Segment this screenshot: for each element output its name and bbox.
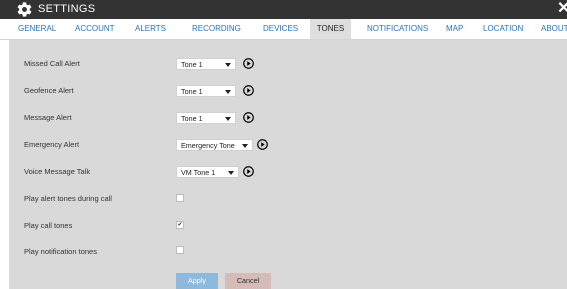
- geofence-alert-label: Geofence Alert: [24, 86, 74, 95]
- tab-map[interactable]: MAP: [446, 19, 463, 39]
- tab-tones[interactable]: TONES: [310, 19, 351, 39]
- play-circle-icon[interactable]: [243, 58, 254, 69]
- apply-button[interactable]: Apply: [176, 273, 218, 289]
- triangle-down-icon: [225, 90, 231, 94]
- tab-devices[interactable]: DEVICES: [263, 19, 298, 39]
- emergency-alert-label: Emergency Alert: [24, 140, 80, 149]
- play-circle-icon[interactable]: [243, 166, 254, 177]
- message-tone-value: Tone 1: [181, 114, 203, 123]
- tab-location[interactable]: LOCATION: [483, 19, 523, 39]
- triangle-down-icon: [225, 63, 231, 67]
- tab-general[interactable]: GENERAL: [18, 19, 56, 39]
- play-circle-icon[interactable]: [257, 139, 268, 150]
- notification-tones-label: Play notification tones: [24, 247, 97, 256]
- gear-icon: [16, 1, 33, 18]
- alert-during-call-checkbox[interactable]: [176, 194, 184, 202]
- call-tones-checkbox[interactable]: ✔: [176, 221, 184, 229]
- play-circle-icon[interactable]: [243, 85, 254, 96]
- voice-message-talk-label: Voice Message Talk: [24, 167, 91, 176]
- emergency-tone-value: Emergency Tone: [181, 141, 235, 150]
- call-tones-label: Play call tones: [24, 221, 73, 230]
- triangle-down-icon: [242, 144, 248, 148]
- play-circle-icon[interactable]: [243, 112, 254, 123]
- missed-call-tone-value: Tone 1: [181, 60, 203, 69]
- triangle-down-icon: [225, 117, 231, 121]
- voice-message-tone-select[interactable]: VM Tone 1: [176, 166, 239, 178]
- missed-call-tone-select[interactable]: Tone 1: [176, 58, 236, 70]
- emergency-tone-select[interactable]: Emergency Tone: [176, 139, 253, 151]
- tab-about[interactable]: ABOUT: [541, 19, 567, 39]
- tab-account[interactable]: ACCOUNT: [75, 19, 115, 39]
- geofence-tone-value: Tone 1: [181, 87, 203, 96]
- missed-call-alert-label: Missed Call Alert: [24, 59, 80, 68]
- message-alert-label: Message Alert: [24, 113, 72, 122]
- settings-tabs: GENERAL ACCOUNT ALERTS RECORDING DEVICES…: [0, 19, 567, 40]
- message-tone-select[interactable]: Tone 1: [176, 112, 236, 124]
- alert-during-call-label: Play alert tones during call: [24, 194, 112, 203]
- tab-alerts[interactable]: ALERTS: [135, 19, 166, 39]
- close-icon[interactable]: ✕: [557, 0, 567, 18]
- tab-notifications[interactable]: NOTIFICATIONS: [367, 19, 428, 39]
- settings-titlebar: SETTINGS ✕: [0, 0, 567, 19]
- cancel-button[interactable]: Cancel: [225, 273, 271, 289]
- tab-recording[interactable]: RECORDING: [192, 19, 241, 39]
- notification-tones-checkbox[interactable]: [176, 246, 184, 254]
- geofence-tone-select[interactable]: Tone 1: [176, 85, 236, 97]
- window-title: SETTINGS: [38, 3, 96, 15]
- voice-message-tone-value: VM Tone 1: [181, 168, 216, 177]
- triangle-down-icon: [228, 171, 234, 175]
